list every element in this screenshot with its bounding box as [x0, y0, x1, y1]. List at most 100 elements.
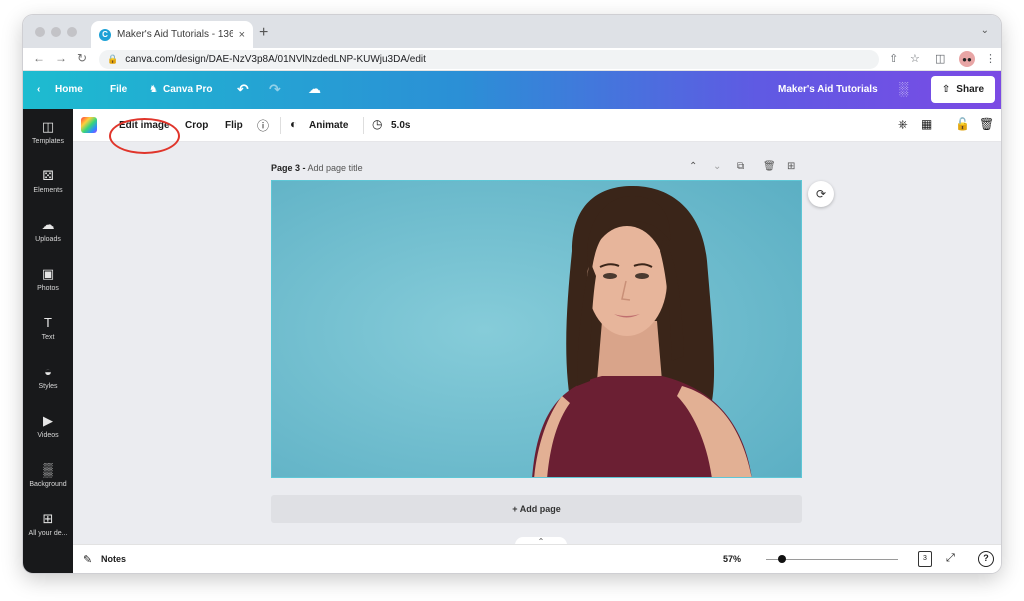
sidebar-label: Photos [37, 285, 59, 292]
crown-icon: ♞ [149, 84, 158, 95]
color-swatch-button[interactable] [81, 117, 97, 133]
sidebar-label: Videos [37, 432, 59, 439]
info-icon[interactable]: ⓘ [257, 117, 269, 134]
trash-icon[interactable]: 🗑 [979, 117, 994, 131]
canva-favicon-icon: C [99, 28, 111, 41]
share-page-icon[interactable]: ⇧ [889, 52, 898, 65]
lock-icon: 🔒 [107, 54, 119, 64]
page-number-label: Page 3 - [271, 163, 306, 173]
redo-icon[interactable]: ↷ [269, 81, 281, 98]
tab-strip: C Maker's Aid Tutorials - 1366 × × + ⌄ [23, 15, 1001, 48]
browser-window: C Maker's Aid Tutorials - 1366 × × + ⌄ ←… [23, 15, 1001, 573]
zoom-level[interactable]: 57% [723, 554, 741, 564]
transparency-icon[interactable]: ▦ [921, 117, 932, 131]
browser-menu-icon[interactable]: ⋮ [985, 52, 996, 65]
reload-icon[interactable]: ↻ [77, 51, 87, 65]
sidebar-label: Elements [33, 187, 63, 194]
move-page-up-icon[interactable]: ⌃ [689, 161, 697, 172]
notes-button[interactable]: Notes [101, 554, 126, 564]
cloud-saved-icon: ☁ [308, 81, 321, 96]
browser-tab[interactable]: C Maker's Aid Tutorials - 1366 × × [91, 21, 253, 48]
file-menu[interactable]: File [110, 84, 127, 95]
duration-button[interactable]: 5.0s [391, 120, 410, 131]
back-arrow-icon[interactable]: ← [33, 51, 45, 65]
address-row: ← → ↻ 🔒 canva.com/design/DAE-NzV3p8A/01N… [23, 48, 1001, 71]
sidebar-label: All your de... [28, 530, 68, 537]
all-designs-icon: ⊞ [42, 511, 54, 526]
sidebar-item-videos[interactable]: ▶ Videos [23, 407, 73, 451]
sidebar-item-text[interactable]: T Text [23, 309, 73, 353]
url-text: canva.com/design/DAE-NzV3p8A/01NVlNzdedL… [125, 54, 426, 65]
uploads-icon: ☁ [41, 217, 55, 232]
templates-icon: ◫ [41, 119, 55, 134]
sidebar-item-background[interactable]: ▒ Background [23, 456, 73, 500]
sidebar-item-all-designs[interactable]: ⊞ All your de... [23, 505, 73, 549]
page-count-button[interactable]: 3 [918, 551, 932, 567]
new-tab-button[interactable]: + [259, 24, 268, 42]
styles-icon: ◒ [44, 364, 52, 379]
fullscreen-icon[interactable]: ⤢ [946, 552, 955, 565]
bookmark-star-icon[interactable]: ☆ [910, 52, 920, 65]
add-page-button[interactable]: + Add page [271, 495, 802, 523]
videos-icon: ▶ [43, 413, 53, 428]
sidebar-label: Styles [38, 383, 58, 390]
undo-icon[interactable]: ↶ [237, 81, 249, 98]
sidebar-item-photos[interactable]: ▣ Photos [23, 260, 73, 304]
crop-button[interactable]: Crop [185, 120, 208, 131]
toolbar-divider [363, 117, 364, 134]
profile-avatar[interactable]: ●● [959, 51, 975, 67]
team-name[interactable]: Maker's Aid Tutorials [778, 84, 878, 95]
home-link[interactable]: Home [55, 84, 83, 95]
add-page-icon[interactable]: ⊞ [787, 161, 795, 172]
delete-page-icon[interactable]: 🗑 [763, 161, 776, 172]
editor-toolbar: Edit image Crop Flip ⓘ ◐ Animate ◷ 5.0s … [73, 109, 1001, 142]
elements-icon: ⚄ [42, 168, 54, 183]
maximize-window-dot[interactable] [67, 27, 77, 37]
left-sidebar: ◫ Templates ⚄ Elements ☁ Uploads ▣ Photo… [23, 109, 73, 573]
photos-icon: ▣ [41, 266, 55, 281]
back-chevron-icon[interactable]: ‹ [37, 84, 40, 95]
upload-share-icon: ⇧ [941, 84, 951, 95]
editor-footer: ✎ Notes 57% 3 ⤢ ? [73, 544, 1001, 573]
forward-arrow-icon[interactable]: → [55, 51, 67, 65]
address-bar[interactable]: 🔒 canva.com/design/DAE-NzV3p8A/01NVlNzde… [99, 50, 879, 69]
portrait-photo[interactable] [271, 180, 802, 478]
sidebar-item-styles[interactable]: ◒ Styles [23, 358, 73, 402]
close-window-dot[interactable] [35, 27, 45, 37]
paint-roller-icon[interactable]: ⎈ [898, 117, 908, 132]
duplicate-page-icon[interactable]: ⧉ [737, 161, 744, 172]
animate-icon: ◐ [290, 117, 298, 131]
regenerate-icon[interactable]: ⟳ [808, 181, 834, 207]
share-button[interactable]: ⇧ Share [931, 76, 995, 103]
tab-title: Maker's Aid Tutorials - 1366 × [117, 29, 233, 40]
flip-button[interactable]: Flip [225, 120, 243, 131]
animate-button[interactable]: Animate [309, 120, 348, 131]
zoom-slider-knob[interactable] [777, 555, 786, 563]
background-icon: ▒ [43, 462, 53, 477]
tab-search-chevron-icon[interactable]: ⌄ [981, 25, 989, 36]
sidebar-item-elements[interactable]: ⚄ Elements [23, 162, 73, 206]
canva-header: ‹ Home File ♞ Canva Pro ↶ ↷ ☁ Maker's Ai… [23, 71, 1001, 109]
sidebar-item-uploads[interactable]: ☁ Uploads [23, 211, 73, 255]
lock-element-icon[interactable]: 🔓 [955, 117, 970, 131]
sidebar-label: Background [29, 481, 67, 488]
minimize-window-dot[interactable] [51, 27, 61, 37]
portrait-illustration [272, 181, 801, 477]
move-page-down-icon[interactable]: ⌄ [713, 161, 721, 172]
page-title[interactable]: Page 3 - Add page title [271, 163, 363, 173]
sidebar-label: Templates [32, 138, 64, 145]
insights-chart-icon[interactable]: ░ [899, 81, 908, 96]
help-button[interactable]: ? [978, 551, 994, 567]
clock-icon: ◷ [372, 117, 383, 131]
page-title-placeholder[interactable]: Add page title [308, 163, 363, 173]
share-label: Share [956, 84, 985, 95]
highlight-annotation-oval [109, 118, 180, 154]
tab-close-icon[interactable]: × [239, 29, 245, 41]
canva-pro-link[interactable]: Canva Pro [163, 84, 212, 95]
sidebar-label: Text [41, 334, 55, 341]
side-panel-icon[interactable]: ◫ [935, 52, 945, 65]
sidebar-item-templates[interactable]: ◫ Templates [23, 113, 73, 157]
text-icon: T [44, 315, 52, 330]
notes-icon: ✎ [83, 554, 93, 566]
sidebar-label: Uploads [35, 236, 61, 243]
